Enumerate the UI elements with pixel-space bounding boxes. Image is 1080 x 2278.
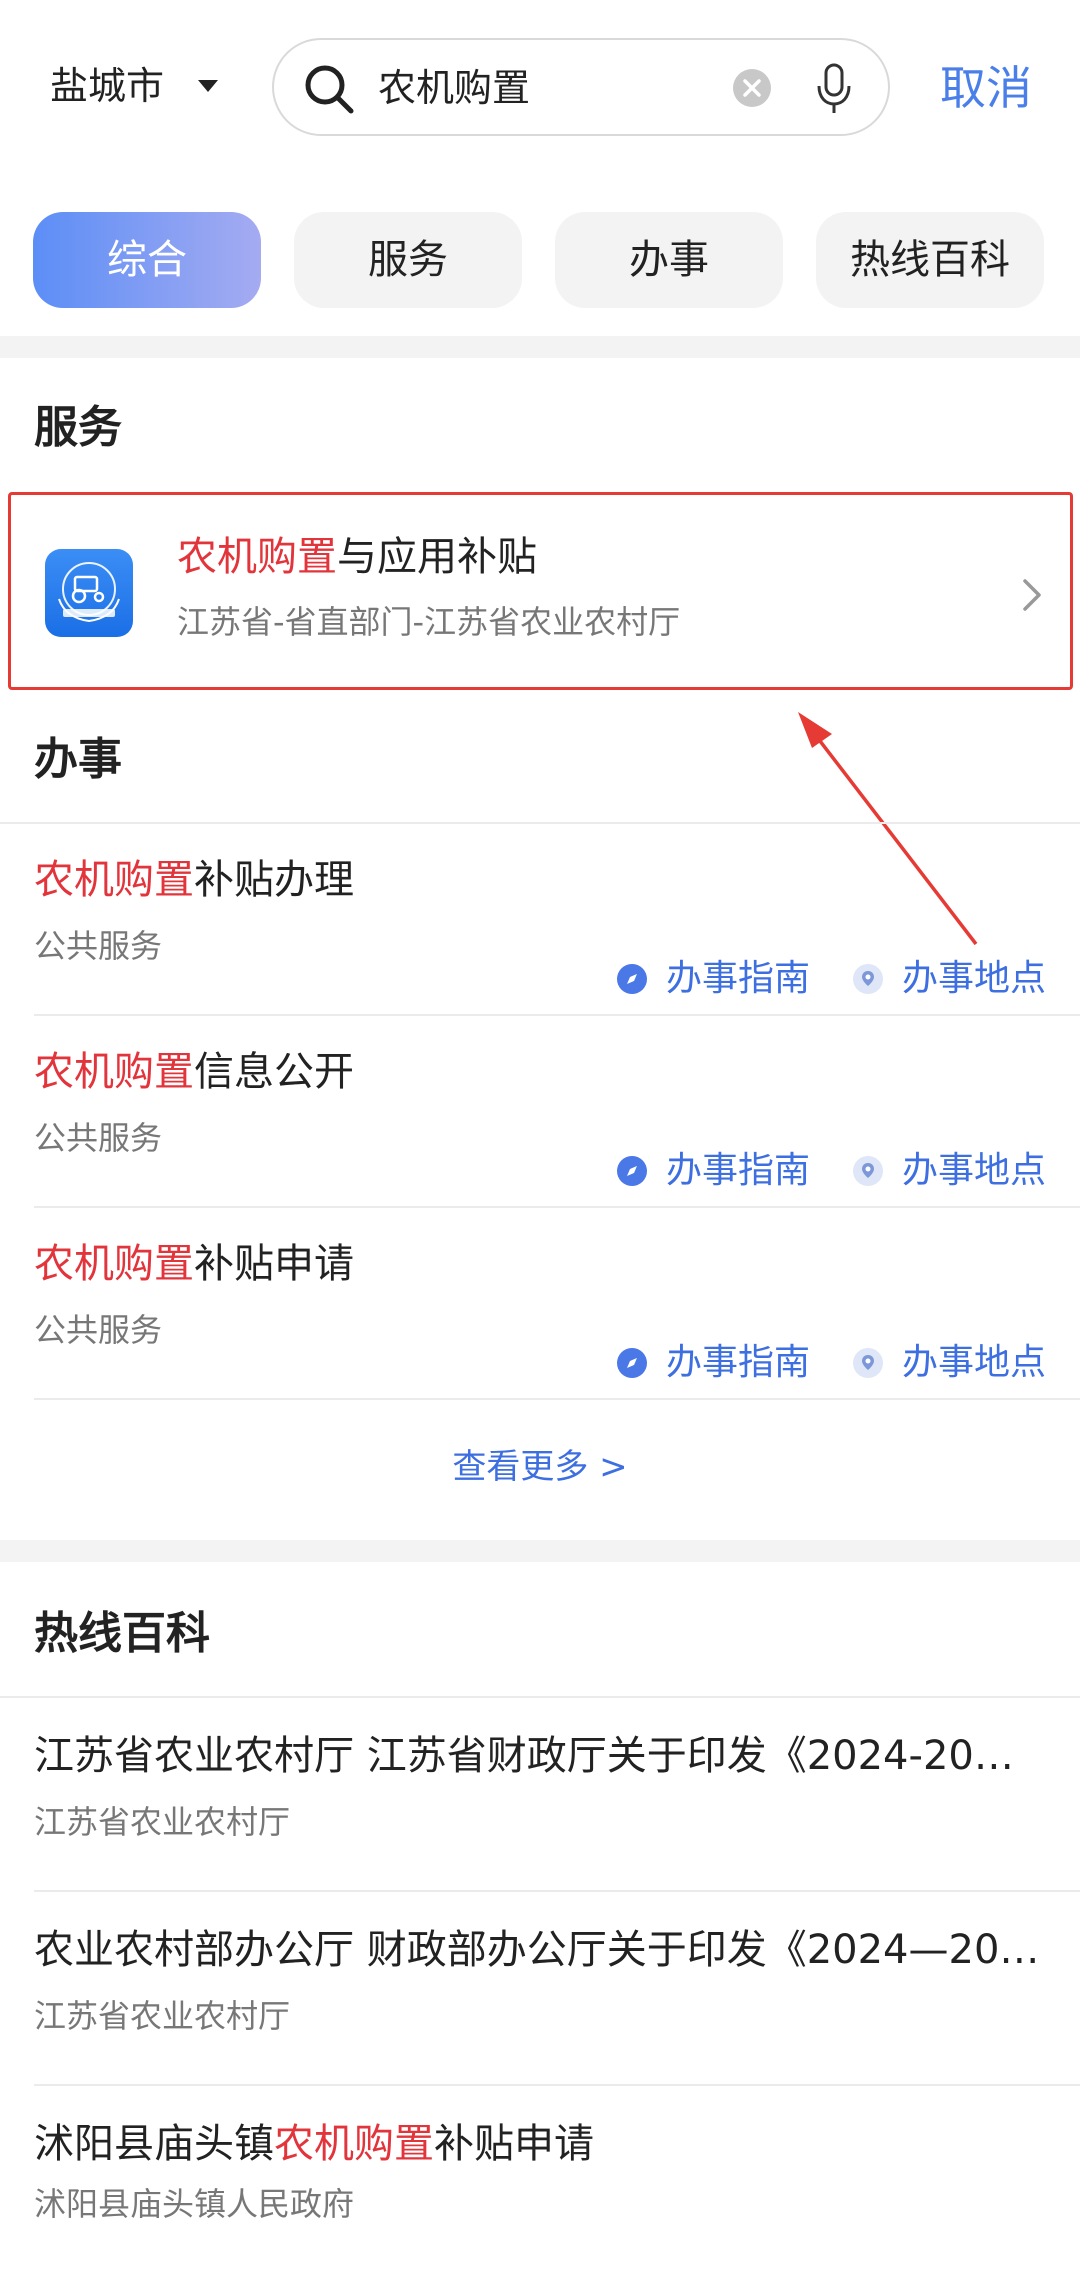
location-label: 办事地点: [902, 958, 1047, 999]
hotline-item[interactable]: 沭阳县庙头镇农机购置补贴申请 沭阳县庙头镇人民政府: [0, 2086, 1080, 2278]
affairs-section-title: 办事: [34, 734, 122, 785]
guide-link[interactable]: 办事指南: [616, 1338, 810, 1388]
compass-icon: [617, 1348, 647, 1378]
compass-icon: [617, 964, 647, 994]
section-divider: [0, 1540, 1080, 1562]
caret-down-icon: [198, 80, 219, 92]
guide-label: 办事指南: [666, 1150, 811, 1191]
filter-tabs: 综合 服务 办事 热线百科: [0, 212, 1080, 308]
affair-category: 公共服务: [34, 1119, 163, 1157]
microphone-icon[interactable]: [814, 62, 854, 116]
hotline-item[interactable]: 江苏省农业农村厅 江苏省财政厅关于印发《2024-20… 江苏省农业农村厅: [0, 1698, 1080, 1890]
hotline-section-title: 热线百科: [34, 1608, 210, 1659]
city-label: 盐城市: [50, 64, 165, 108]
tab-hotline-wiki[interactable]: 热线百科: [816, 212, 1044, 308]
section-divider: [0, 336, 1080, 358]
guide-label: 办事指南: [666, 958, 811, 999]
service-section-title: 服务: [34, 402, 122, 453]
hotline-title-rest: 补贴申请: [434, 2121, 594, 2167]
tab-service[interactable]: 服务: [294, 212, 522, 308]
service-item-subtitle: 江苏省-省直部门-江苏省农业农村厅: [177, 603, 681, 641]
location-link[interactable]: 办事地点: [852, 1338, 1046, 1388]
clear-icon[interactable]: [732, 68, 772, 108]
tab-all[interactable]: 综合: [33, 212, 261, 308]
city-selector[interactable]: 盐城市: [50, 58, 219, 114]
keyword-highlight: 农机购置: [177, 534, 337, 580]
hotline-item-title: 沭阳县庙头镇农机购置补贴申请: [34, 2116, 1044, 2172]
service-item[interactable]: 农机购置与应用补贴 江苏省-省直部门-江苏省农业农村厅: [8, 492, 1073, 690]
view-more-link[interactable]: 查看更多 >: [0, 1442, 1080, 1492]
affair-title: 农机购置信息公开: [34, 1044, 354, 1100]
keyword-highlight: 农机购置: [34, 1241, 194, 1287]
affair-title-rest: 补贴办理: [194, 857, 354, 903]
guide-link[interactable]: 办事指南: [616, 1146, 810, 1196]
affair-title: 农机购置补贴申请: [34, 1236, 354, 1292]
cancel-button[interactable]: 取消: [940, 58, 1032, 118]
affair-title-rest: 补贴申请: [194, 1241, 354, 1287]
hotline-title-text: 农业农村部办公厅 财政部办公厅关于印发《2024—20…: [34, 1927, 1040, 1973]
tractor-app-icon: [45, 549, 133, 637]
affair-item[interactable]: 农机购置补贴办理 公共服务 办事指南 办事地点: [0, 824, 1080, 1016]
hotline-item-source: 江苏省农业农村厅: [34, 1803, 291, 1841]
affair-title-rest: 信息公开: [194, 1049, 354, 1095]
location-label: 办事地点: [902, 1150, 1047, 1191]
location-link[interactable]: 办事地点: [852, 954, 1046, 1004]
keyword-highlight: 农机购置: [34, 1049, 194, 1095]
affair-category: 公共服务: [34, 927, 163, 965]
top-bar: 盐城市 农机购置 取消: [0, 0, 1080, 180]
compass-icon: [617, 1156, 647, 1186]
hotline-item-source: 江苏省农业农村厅: [34, 1997, 291, 2035]
tab-affairs[interactable]: 办事: [555, 212, 783, 308]
hotline-title-text: 沭阳县庙头镇: [34, 2121, 274, 2167]
divider: [34, 1398, 1080, 1400]
hotline-item-title: 农业农村部办公厅 财政部办公厅关于印发《2024—20…: [34, 1922, 1044, 1978]
location-icon: [853, 1348, 883, 1378]
hotline-item[interactable]: 农业农村部办公厅 财政部办公厅关于印发《2024—20… 江苏省农业农村厅: [0, 1892, 1080, 2084]
guide-link[interactable]: 办事指南: [616, 954, 810, 1004]
affair-category: 公共服务: [34, 1311, 163, 1349]
service-item-title-rest: 与应用补贴: [337, 534, 537, 580]
search-icon: [305, 65, 354, 114]
keyword-highlight: 农机购置: [274, 2121, 434, 2167]
search-box[interactable]: 农机购置: [272, 38, 890, 136]
location-icon: [853, 1156, 883, 1186]
affair-item[interactable]: 农机购置补贴申请 公共服务 办事指南 办事地点: [0, 1208, 1080, 1400]
location-link[interactable]: 办事地点: [852, 1146, 1046, 1196]
tractor-icon: [58, 562, 120, 623]
hotline-title-text: 江苏省农业农村厅 江苏省财政厅关于印发《2024-20…: [34, 1733, 1014, 1779]
guide-label: 办事指南: [666, 1342, 811, 1383]
hotline-item-title: 江苏省农业农村厅 江苏省财政厅关于印发《2024-20…: [34, 1728, 1044, 1784]
search-input[interactable]: 农机购置: [378, 60, 530, 116]
location-icon: [853, 964, 883, 994]
affair-item[interactable]: 农机购置信息公开 公共服务 办事指南 办事地点: [0, 1016, 1080, 1208]
service-item-title: 农机购置与应用补贴: [177, 529, 537, 585]
location-label: 办事地点: [902, 1342, 1047, 1383]
hotline-item-source: 沭阳县庙头镇人民政府: [34, 2185, 355, 2223]
affair-title: 农机购置补贴办理: [34, 852, 354, 908]
chevron-right-icon: [1023, 579, 1041, 611]
keyword-highlight: 农机购置: [34, 857, 194, 903]
